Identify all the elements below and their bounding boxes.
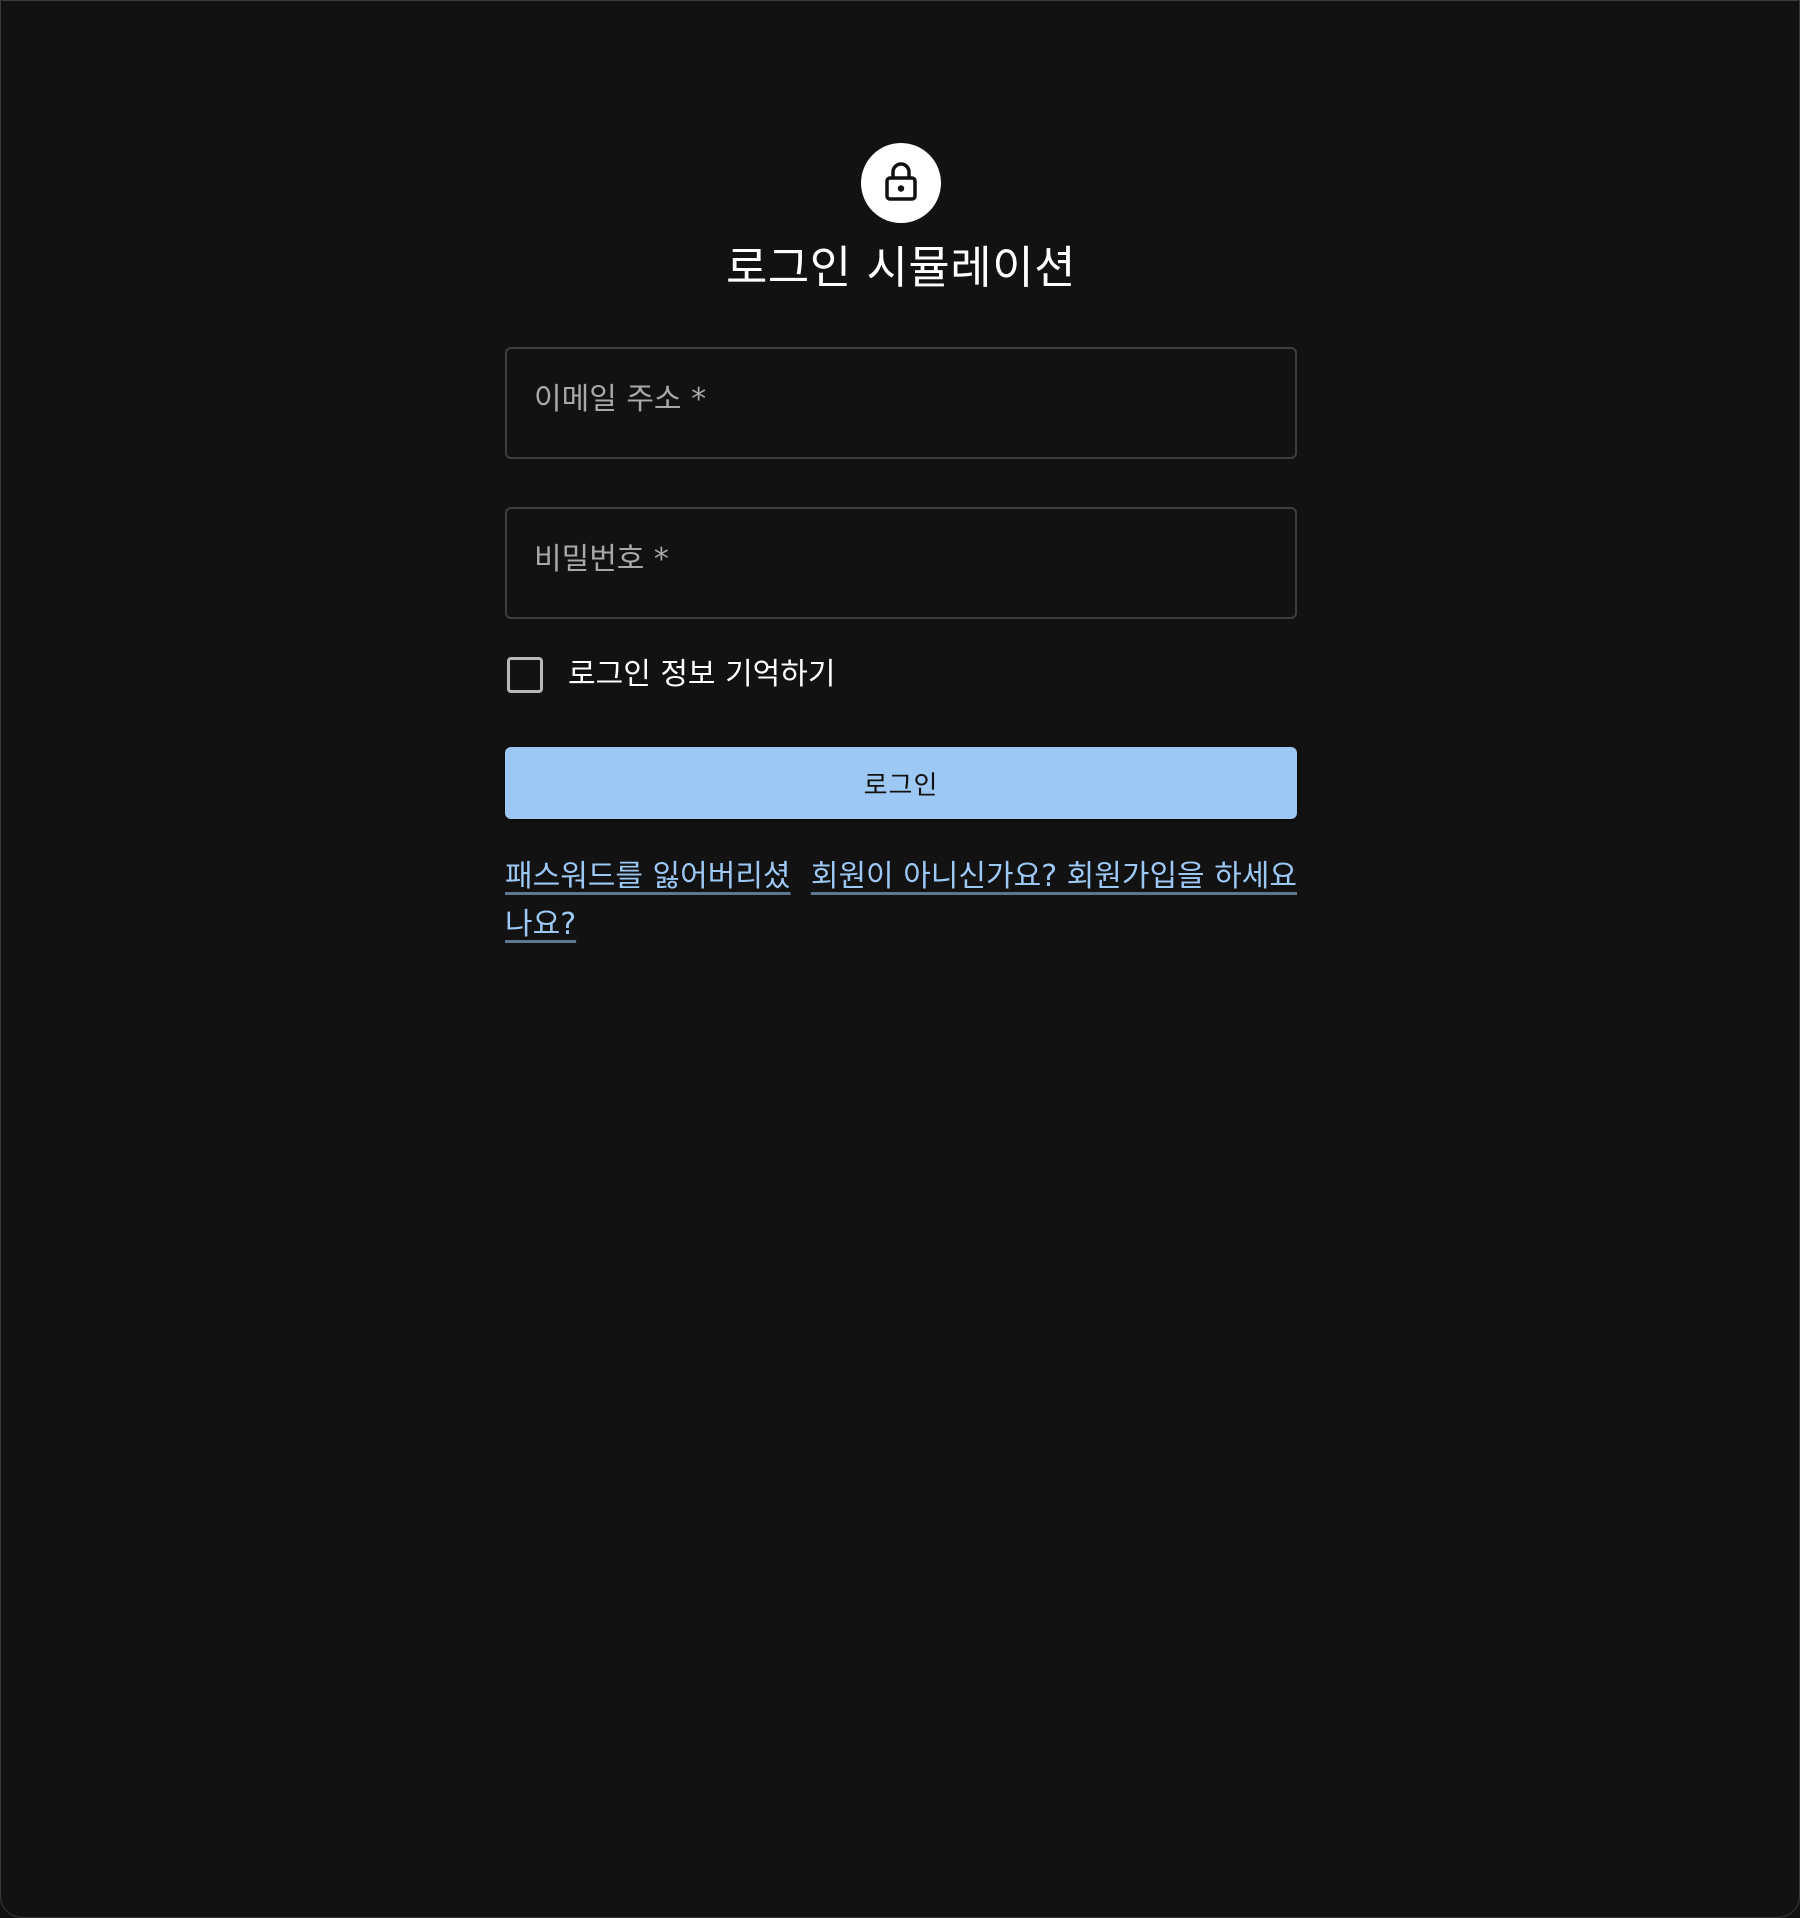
password-field-label: 비밀번호 * (534, 542, 669, 577)
remember-me[interactable]: 로그인 정보 기억하기 (505, 657, 835, 693)
auth-links: 패스워드를 잃어버리셨나요? 회원이 아니신가요? 회원가입을 하세요 (505, 853, 1297, 949)
lock-icon (882, 160, 920, 206)
email-field[interactable]: 이메일 주소 * (505, 347, 1297, 459)
avatar (861, 143, 941, 223)
signup-link[interactable]: 회원이 아니신가요? 회원가입을 하세요 (811, 853, 1297, 901)
remember-me-checkbox[interactable] (507, 657, 543, 693)
remember-me-label: 로그인 정보 기억하기 (568, 657, 836, 692)
password-field[interactable]: 비밀번호 * (505, 507, 1297, 619)
login-button[interactable]: 로그인 (505, 747, 1297, 819)
forgot-password-link[interactable]: 패스워드를 잃어버리셨나요? (505, 853, 795, 949)
login-form-container: 로그인 시뮬레이션 이메일 주소 * 비밀번호 * 로그인 정보 기억하기 로그… (505, 143, 1297, 949)
email-field-label: 이메일 주소 * (534, 382, 707, 417)
app-window: 로그인 시뮬레이션 이메일 주소 * 비밀번호 * 로그인 정보 기억하기 로그… (0, 0, 1800, 1918)
page-title: 로그인 시뮬레이션 (725, 241, 1076, 294)
